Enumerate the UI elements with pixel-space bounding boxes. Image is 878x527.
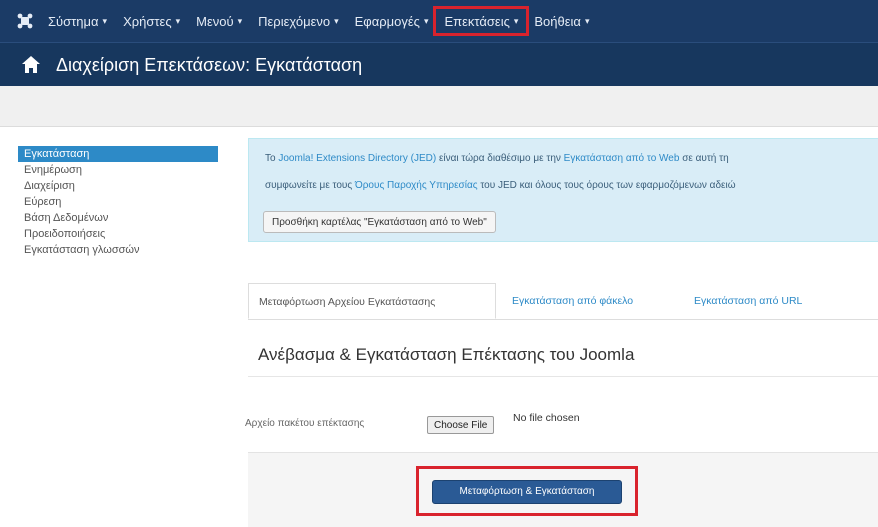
highlight-box: Μεταφόρτωση & Εγκατάσταση xyxy=(416,466,638,516)
chevron-down-icon: ▾ xyxy=(237,15,243,26)
section-title: Ανέβασμα & Εγκατάσταση Επέκτασης του Joo… xyxy=(258,345,635,364)
jed-link[interactable]: Joomla! Extensions Directory (JED) xyxy=(278,153,436,164)
install-from-web-link[interactable]: Εγκατάσταση από το Web xyxy=(564,153,680,164)
menu-label: Επεκτάσεις xyxy=(444,13,510,29)
notice-line-1: Το Joomla! Extensions Directory (JED) εί… xyxy=(265,153,729,164)
menu-users[interactable]: Χρήστες ▾ xyxy=(115,9,188,33)
notice-text: είναι τώρα διαθέσιμο με την xyxy=(436,153,564,164)
toolbar xyxy=(0,86,878,127)
menu-label: Εφαρμογές xyxy=(354,13,420,29)
notice-line-2: συμφωνείτε με τους Όρους Παροχής Υπηρεσί… xyxy=(265,180,736,191)
choose-file-button[interactable]: Choose File xyxy=(427,416,495,434)
page-title: Διαχείριση Επεκτάσεων: Εγκατάσταση xyxy=(56,54,363,75)
chevron-down-icon: ▾ xyxy=(513,15,519,26)
tab-upload-package[interactable]: Μεταφόρτωση Αρχείου Εγκατάστασης xyxy=(248,283,496,319)
sidebar-item-manage[interactable]: Διαχείριση xyxy=(18,178,218,194)
menu-help[interactable]: Βοήθεια ▾ xyxy=(526,9,597,33)
tab-install-from-folder[interactable]: Εγκατάσταση από φάκελο xyxy=(502,283,643,319)
divider xyxy=(248,376,878,377)
chevron-down-icon: ▾ xyxy=(175,15,181,26)
sidebar-item-update[interactable]: Ενημέρωση xyxy=(18,162,218,178)
install-tabs: Μεταφόρτωση Αρχείου Εγκατάστασης Εγκατάσ… xyxy=(248,283,878,320)
terms-of-service-link[interactable]: Όρους Παροχής Υπηρεσίας xyxy=(355,180,478,191)
menu-content[interactable]: Περιεχόμενο ▾ xyxy=(250,9,347,33)
menu-label: Μενού xyxy=(196,13,234,29)
notice-text: του JED και όλους τους όρους των εφαρμοζ… xyxy=(477,180,736,191)
notice-text: Το xyxy=(265,153,279,164)
chevron-down-icon: ▾ xyxy=(102,15,108,26)
page-header: Διαχείριση Επεκτάσεων: Εγκατάσταση xyxy=(0,42,878,87)
add-install-from-web-tab-button[interactable]: Προσθήκη καρτέλας "Εγκατάσταση από το We… xyxy=(263,211,496,233)
menu-menus[interactable]: Μενού ▾ xyxy=(188,9,250,33)
menu-extensions[interactable]: Επεκτάσεις ▾ xyxy=(433,6,530,36)
chevron-down-icon: ▾ xyxy=(584,15,590,26)
joomla-logo-icon[interactable] xyxy=(10,0,40,42)
menu-label: Περιεχόμενο xyxy=(258,13,331,29)
chevron-down-icon: ▾ xyxy=(334,15,339,26)
sidebar-item-warnings[interactable]: Προειδοποιήσεις xyxy=(18,226,218,242)
chevron-down-icon: ▾ xyxy=(423,15,429,26)
jed-notice: Το Joomla! Extensions Directory (JED) εί… xyxy=(248,138,878,242)
menu-label: Χρήστες xyxy=(123,13,172,29)
upload-and-install-button[interactable]: Μεταφόρτωση & Εγκατάσταση xyxy=(432,480,622,504)
tab-install-from-url[interactable]: Εγκατάσταση από URL xyxy=(684,283,812,319)
sidebar-item-database[interactable]: Βάση Δεδομένων xyxy=(18,210,218,226)
notice-text: συμφωνείτε με τους xyxy=(265,180,355,191)
sidebar: Εγκατάσταση Ενημέρωση Διαχείριση Εύρεση … xyxy=(18,146,218,258)
menu-system[interactable]: Σύστημα ▾ xyxy=(40,9,115,33)
sidebar-item-discover[interactable]: Εύρεση xyxy=(18,194,218,210)
menu-label: Σύστημα xyxy=(48,13,99,29)
file-status: No file chosen xyxy=(513,412,580,424)
top-menu-bar: Σύστημα ▾ Χρήστες ▾ Μενού ▾ Περιεχόμενο ▾ Εφ… xyxy=(0,0,878,42)
sidebar-item-install[interactable]: Εγκατάσταση xyxy=(18,146,218,162)
sidebar-item-install-languages[interactable]: Εγκατάσταση γλωσσών xyxy=(18,242,218,258)
menu-components[interactable]: Εφαρμογές ▾ xyxy=(347,9,437,33)
menu-label: Βοήθεια xyxy=(534,13,581,29)
puzzle-home-icon xyxy=(20,54,42,76)
notice-text: σε αυτή τη xyxy=(679,153,729,164)
package-file-label: Αρχείο πακέτου επέκτασης xyxy=(245,418,365,429)
form-actions: Μεταφόρτωση & Εγκατάσταση xyxy=(248,452,878,527)
